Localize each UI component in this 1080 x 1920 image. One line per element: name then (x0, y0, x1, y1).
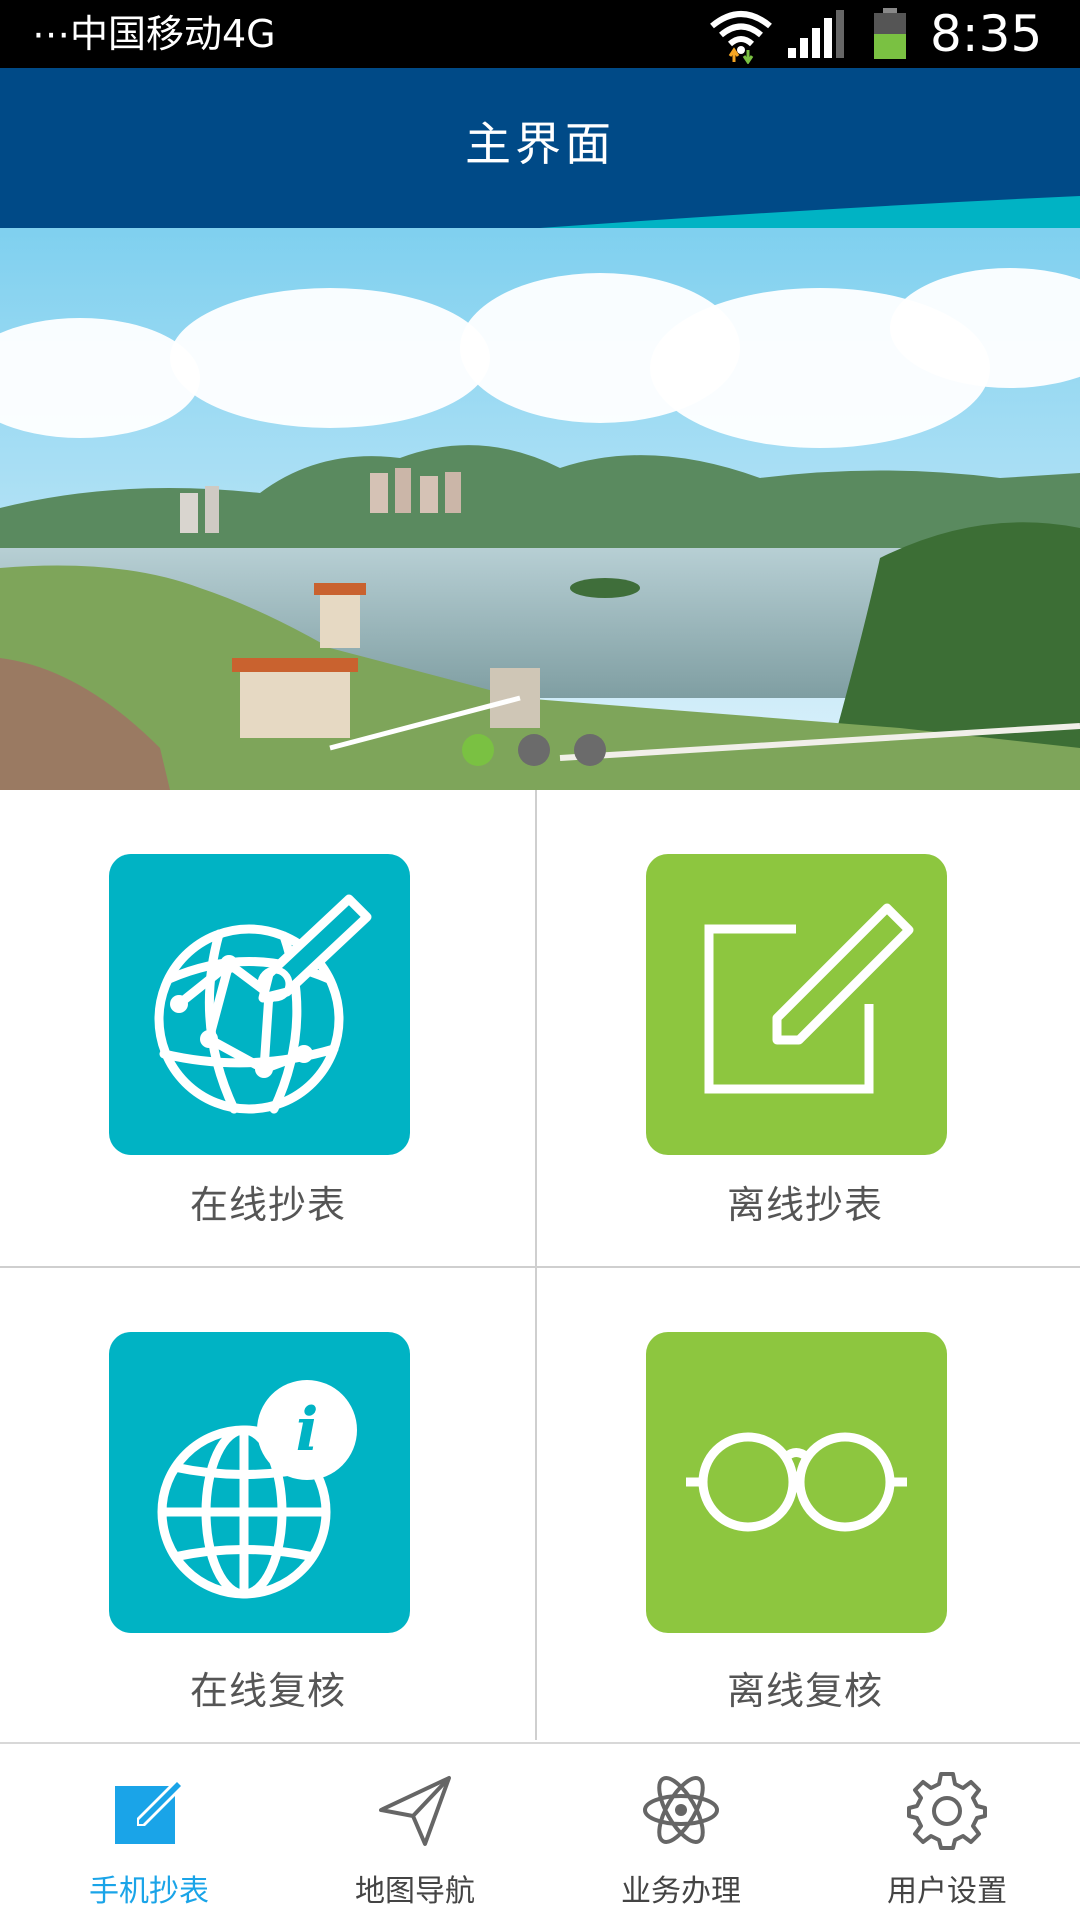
tile-online-reading[interactable]: 在线抄表 (0, 790, 536, 1266)
clock: 8:35 (930, 5, 1043, 63)
status-bar: ⋯中国移动4G 8:35 (0, 0, 1080, 68)
bottom-nav: 手机抄表 地图导航 业务办理 用户设置 (0, 1746, 1080, 1920)
carousel-dot[interactable] (462, 734, 494, 766)
tile-icon-box (646, 854, 947, 1155)
nav-label: 业务办理 (621, 1874, 741, 1909)
nav-label: 用户设置 (887, 1874, 1007, 1909)
tile-offline-reading[interactable]: 离线抄表 (537, 790, 1073, 1266)
banner-carousel[interactable] (0, 228, 1080, 790)
feature-grid: 在线抄表 离线抄表 i 在线复核 离线复核 (0, 790, 1080, 1745)
carousel-indicator (462, 734, 606, 766)
tile-icon-box: i (109, 1332, 410, 1633)
tile-label: 离线抄表 (726, 1183, 883, 1227)
svg-text:i: i (296, 1395, 319, 1465)
glasses-icon (686, 1432, 907, 1532)
carousel-dot[interactable] (574, 734, 606, 766)
edit-icon (115, 1778, 185, 1844)
globe-info-icon: i (157, 1380, 357, 1599)
carousel-dot[interactable] (518, 734, 550, 766)
globe-pen-icon (154, 894, 372, 1114)
nav-item-user-settings[interactable]: 用户设置 (812, 1746, 1080, 1920)
signal-icon (788, 10, 844, 58)
nav-item-meter-reading[interactable]: 手机抄表 (14, 1746, 284, 1920)
paper-plane-icon (379, 1776, 451, 1846)
nav-label: 手机抄表 (89, 1874, 209, 1909)
carrier-label: ⋯中国移动4G (32, 12, 276, 56)
battery-icon (874, 8, 906, 59)
edit-square-icon (704, 903, 914, 1094)
page-title: 主界面 (465, 117, 615, 171)
tile-online-review[interactable]: i 在线复核 (0, 1268, 536, 1744)
tile-icon-box (109, 854, 410, 1155)
gear-icon (907, 1772, 987, 1850)
tile-label: 在线抄表 (189, 1183, 346, 1227)
nav-item-business[interactable]: 业务办理 (546, 1746, 816, 1920)
atom-icon (643, 1776, 719, 1844)
wifi-icon (710, 11, 772, 64)
nav-label: 地图导航 (355, 1874, 475, 1909)
tile-offline-review[interactable]: 离线复核 (537, 1268, 1073, 1744)
tile-icon-box (646, 1332, 947, 1633)
banner-image (0, 228, 1080, 790)
nav-item-map-navigation[interactable]: 地图导航 (280, 1746, 550, 1920)
tile-label: 在线复核 (189, 1669, 346, 1713)
tile-label: 离线复核 (726, 1669, 883, 1713)
